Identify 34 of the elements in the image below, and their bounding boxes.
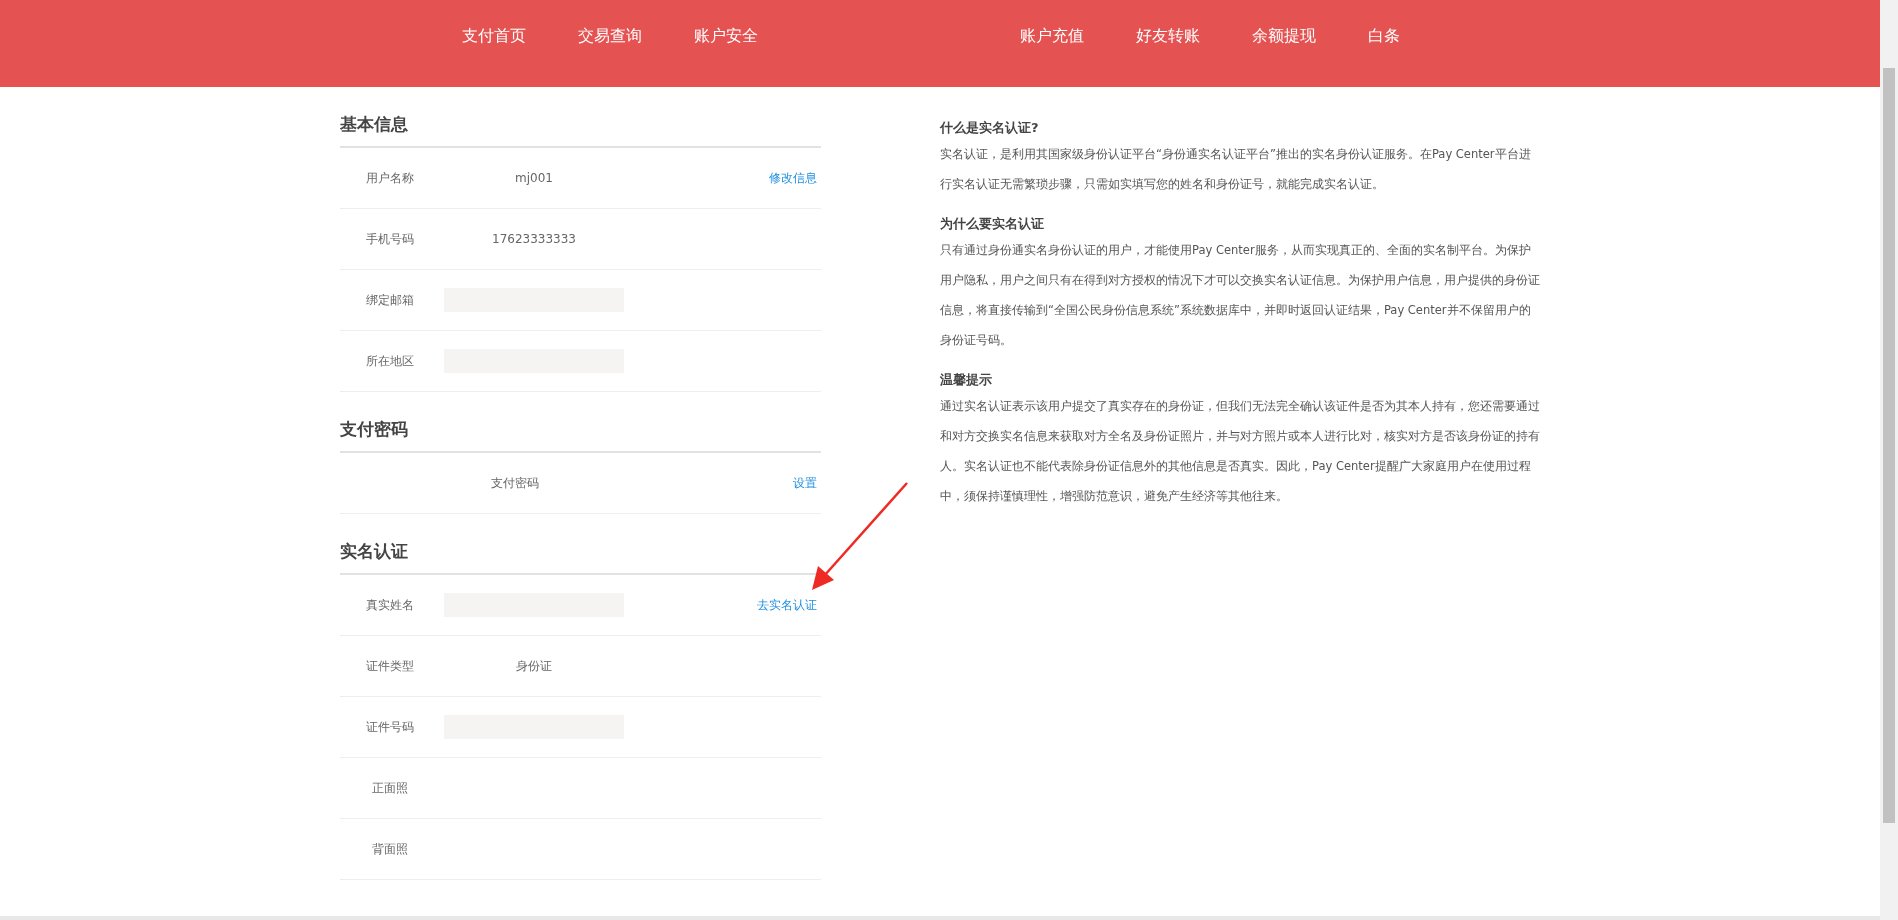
field-label: 手机号码 xyxy=(365,230,415,248)
nav-link[interactable]: 余额提现 xyxy=(1252,26,1316,47)
nav-link[interactable]: 账户充值 xyxy=(1020,26,1084,47)
nav-link[interactable]: 白条 xyxy=(1368,26,1400,47)
field-value: 17623333333 xyxy=(492,232,576,246)
field-value: mj001 xyxy=(515,171,553,185)
scrollbar-thumb[interactable] xyxy=(1883,68,1895,823)
article-paragraph: 只有通过身份通实名身份认证的用户，才能使用Pay Center服务，从而实现真正的、全面的实名制平台。为保护用户隐私，用户之间只有在得到对方授权的情况下才可以交换实名认证信息。为保护用户信息，用户提供的身份证信息，将直接传输到“全国公民身份信息系统”系统数据库中，并即时返回认证结果，Pay Center并不保留用户的身份证号码。 xyxy=(940,242,1540,349)
field-value: 支付密码 xyxy=(491,474,539,492)
scrollbar[interactable] xyxy=(1880,0,1898,920)
article-paragraph: 通过实名认证表示该用户提交了真实存在的身份证，但我们无法完全确认该证件是否为其本人持有，您还需要通过和对方交换实名信息来获取对方全名及身份证照片，并与对方照片或本人进行比对，核实对方是否该身份证的持有人。实名认证也不能代表除身份证信息外的其他信息是否真实。因此，Pay Center提醒广大家庭用户在使用过程中，须保持谨慎理性，增强防范意识，避免产生经济等其他往来。 xyxy=(940,398,1540,505)
nav-link[interactable]: 支付首页 xyxy=(462,26,526,47)
section-title: 基本信息 xyxy=(340,99,821,148)
field-label: 证件号码 xyxy=(365,718,415,736)
nav-link[interactable]: 账户安全 xyxy=(694,26,758,47)
article-paragraph: 实名认证，是利用其国家级身份认证平台“身份通实名认证平台”推出的实名身份认证服务。在Pay Center平台进行实名认证无需繁琐步骤，只需如实填写您的姓名和身份证号，就能完成实名认证。 xyxy=(940,146,1532,193)
field-value: 身份证 xyxy=(516,657,552,675)
article-title: 什么是实名认证? xyxy=(940,119,1040,137)
field-label: 证件类型 xyxy=(365,657,415,675)
section-title: 支付密码 xyxy=(340,404,821,453)
article-title: 为什么要实名认证 xyxy=(940,215,1045,233)
field-label: 所在地区 xyxy=(365,352,415,370)
field-label: 正面照 xyxy=(371,779,409,797)
section-title: 实名认证 xyxy=(340,526,821,575)
action-link[interactable]: 设置 xyxy=(793,474,817,492)
field-label: 背面照 xyxy=(371,840,409,858)
field-label: 绑定邮箱 xyxy=(365,291,415,309)
action-link[interactable]: 修改信息 xyxy=(769,169,817,187)
article-title: 温馨提示 xyxy=(940,371,993,389)
nav-link[interactable]: 好友转账 xyxy=(1136,26,1200,47)
action-link[interactable]: 去实名认证 xyxy=(757,596,817,614)
field-label: 用户名称 xyxy=(365,169,415,187)
nav-link[interactable]: 交易查询 xyxy=(578,26,642,47)
field-label: 真实姓名 xyxy=(365,596,415,614)
